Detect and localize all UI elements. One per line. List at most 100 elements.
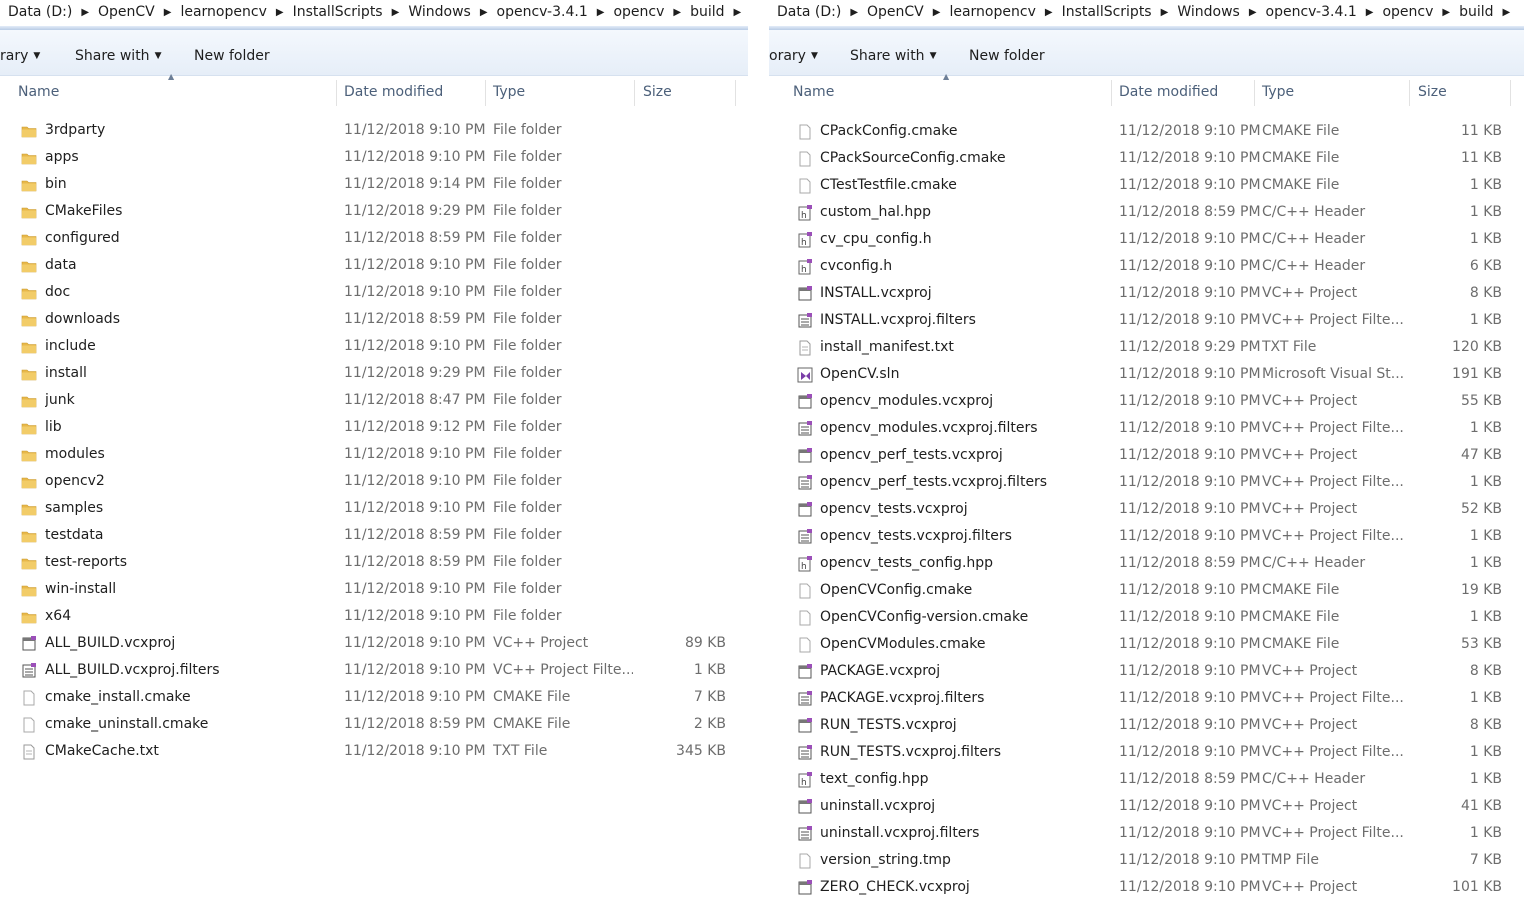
file-list-item[interactable]: include 11/12/2018 9:10 PM File folder — [0, 333, 748, 360]
folder-icon — [21, 500, 37, 516]
file-type: VC++ Project — [1262, 798, 1358, 814]
file-name: OpenCVConfig-version.cmake — [820, 609, 1029, 625]
file-list-item[interactable]: install_manifest.txt 11/12/2018 9:29 PM TX… — [769, 334, 1524, 361]
file-list-item[interactable]: OpenCVModules.cmake 11/12/2018 9:10 PM CMA… — [769, 631, 1524, 658]
file-list-item[interactable]: INSTALL.vcxproj 11/12/2018 9:10 PM VC++ Pr… — [769, 280, 1524, 307]
file-size: 1 KB — [1469, 609, 1502, 625]
file-list-item[interactable]: install 11/12/2018 9:29 PM File folder — [0, 360, 748, 387]
file-list-item[interactable]: downloads 11/12/2018 8:59 PM File folder — [0, 306, 748, 333]
file-size: 1 KB — [1469, 177, 1502, 193]
file-date: 11/12/2018 9:10 PM — [1119, 717, 1261, 733]
file-type: C/C++ Header — [1262, 204, 1366, 220]
file-list-item[interactable]: h cv_cpu_config.h 11/12/2018 9:10 PM C/C++ … — [769, 226, 1524, 253]
file-name: opencv_perf_tests.vcxproj.filters — [820, 474, 1048, 490]
header-icon: h — [797, 231, 813, 248]
file-list-item[interactable]: opencv_modules.vcxproj 11/12/2018 9:10 PM… — [769, 388, 1524, 415]
file-size: 47 KB — [1460, 447, 1502, 463]
file-type: C/C++ Header — [1262, 555, 1366, 571]
file-list-item[interactable]: apps 11/12/2018 9:10 PM File folder — [0, 144, 748, 171]
file-list-item[interactable]: x64 11/12/2018 9:10 PM File folder — [0, 603, 748, 630]
txt-icon — [21, 743, 37, 760]
file-name: junk — [45, 392, 75, 408]
file-size: 89 KB — [684, 635, 726, 651]
file-list-item[interactable]: opencv2 11/12/2018 9:10 PM File folder — [0, 468, 748, 495]
file-list-item[interactable]: win-install 11/12/2018 9:10 PM File folder — [0, 576, 748, 603]
file-name: cmake_install.cmake — [45, 689, 191, 705]
file-name: OpenCVModules.cmake — [820, 636, 986, 652]
file-name: test-reports — [45, 554, 127, 570]
file-list-item[interactable]: CMakeCache.txt 11/12/2018 9:10 PM TXT File… — [0, 738, 748, 765]
folder-icon — [21, 203, 37, 219]
file-list-item[interactable]: ZERO_CHECK.vcxproj 11/12/2018 9:10 PM VC++… — [769, 874, 1524, 901]
file-name: cv_cpu_config.h — [820, 231, 932, 247]
header-icon: h — [797, 771, 813, 788]
file-list-item[interactable]: CMakeFiles 11/12/2018 9:29 PM File folder — [0, 198, 748, 225]
file-list-item[interactable]: bin 11/12/2018 9:14 PM File folder — [0, 171, 748, 198]
file-list-item[interactable]: opencv_modules.vcxproj.filters 11/12/2018… — [769, 415, 1524, 442]
file-list-item[interactable]: lib 11/12/2018 9:12 PM File folder — [0, 414, 748, 441]
file-list-item[interactable]: INSTALL.vcxproj.filters 11/12/2018 9:10 P… — [769, 307, 1524, 334]
file-list-item[interactable]: h text_config.hpp 11/12/2018 8:59 PM C/C++ … — [769, 766, 1524, 793]
file-date: 11/12/2018 9:29 PM — [344, 203, 486, 219]
file-date: 11/12/2018 9:10 PM — [1119, 663, 1261, 679]
file-list-item[interactable]: doc 11/12/2018 9:10 PM File folder — [0, 279, 748, 306]
file-type: File folder — [493, 554, 562, 570]
file-icon — [797, 852, 813, 869]
file-list-item[interactable]: data 11/12/2018 9:10 PM File folder — [0, 252, 748, 279]
file-list-item[interactable]: junk 11/12/2018 8:47 PM File folder — [0, 387, 748, 414]
file-list-item[interactable]: h custom_hal.hpp 11/12/2018 8:59 PM C/C++ H… — [769, 199, 1524, 226]
file-list-item[interactable]: h cvconfig.h 11/12/2018 9:10 PM C/C++ Heade… — [769, 253, 1524, 280]
file-list-item[interactable]: OpenCVConfig-version.cmake 11/12/2018 9:1… — [769, 604, 1524, 631]
file-list-item[interactable]: CTestTestfile.cmake 11/12/2018 9:10 PM CMA… — [769, 172, 1524, 199]
file-list-item[interactable]: RUN_TESTS.vcxproj 11/12/2018 9:10 PM VC++ … — [769, 712, 1524, 739]
file-list-item[interactable]: ALL_BUILD.vcxproj.filters 11/12/2018 9:10… — [0, 657, 748, 684]
file-date: 11/12/2018 9:10 PM — [1119, 231, 1261, 247]
svg-text:h: h — [801, 238, 807, 248]
file-list-item[interactable]: CPackSourceConfig.cmake 11/12/2018 9:10 P… — [769, 145, 1524, 172]
file-date: 11/12/2018 9:10 PM — [1119, 123, 1261, 139]
folder-icon — [21, 581, 37, 597]
file-date: 11/12/2018 8:59 PM — [1119, 204, 1261, 220]
file-list-item[interactable]: opencv_perf_tests.vcxproj 11/12/2018 9:10… — [769, 442, 1524, 469]
file-list-item[interactable]: testdata 11/12/2018 8:59 PM File folder — [0, 522, 748, 549]
file-list-item[interactable]: PACKAGE.vcxproj 11/12/2018 9:10 PM VC++ Pr… — [769, 658, 1524, 685]
file-date: 11/12/2018 9:10 PM — [1119, 879, 1261, 895]
file-date: 11/12/2018 8:59 PM — [344, 230, 486, 246]
file-date: 11/12/2018 9:10 PM — [344, 446, 486, 462]
file-list-item[interactable]: cmake_uninstall.cmake 11/12/2018 8:59 PM C… — [0, 711, 748, 738]
file-list-item[interactable]: OpenCVConfig.cmake 11/12/2018 9:10 PM CMAK… — [769, 577, 1524, 604]
file-size: 8 KB — [1469, 285, 1502, 301]
file-icon — [797, 177, 813, 194]
file-list-item[interactable]: 3rdparty 11/12/2018 9:10 PM File folder — [0, 117, 748, 144]
file-date: 11/12/2018 9:12 PM — [344, 419, 486, 435]
file-list-item[interactable]: cmake_install.cmake 11/12/2018 9:10 PM CMA… — [0, 684, 748, 711]
file-list-item[interactable]: ALL_BUILD.vcxproj 11/12/2018 9:10 PM VC++ … — [0, 630, 748, 657]
file-list-item[interactable]: CPackConfig.cmake 11/12/2018 9:10 PM CMAKE… — [769, 118, 1524, 145]
file-list-item[interactable]: test-reports 11/12/2018 8:59 PM File folde… — [0, 549, 748, 576]
file-date: 11/12/2018 9:10 PM — [1119, 798, 1261, 814]
file-date: 11/12/2018 9:10 PM — [1119, 609, 1261, 625]
file-list-item[interactable]: opencv_perf_tests.vcxproj.filters 11/12/2… — [769, 469, 1524, 496]
file-type: VC++ Project — [1262, 393, 1358, 409]
file-name: CMakeCache.txt — [45, 743, 159, 759]
file-list-item[interactable]: samples 11/12/2018 9:10 PM File folder — [0, 495, 748, 522]
folder-icon — [21, 419, 37, 435]
file-size: 191 KB — [1452, 366, 1502, 382]
file-list-item[interactable]: OpenCV.sln 11/12/2018 9:10 PM Microsoft Vi… — [769, 361, 1524, 388]
file-date: 11/12/2018 9:10 PM — [344, 743, 486, 759]
file-list-item[interactable]: opencv_tests.vcxproj 11/12/2018 9:10 PM VC… — [769, 496, 1524, 523]
file-date: 11/12/2018 9:10 PM — [1119, 285, 1261, 301]
file-list-item[interactable]: uninstall.vcxproj.filters 11/12/2018 9:10… — [769, 820, 1524, 847]
file-size: 53 KB — [1460, 636, 1502, 652]
file-list-item[interactable]: h opencv_tests_config.hpp 11/12/2018 8:59 … — [769, 550, 1524, 577]
file-type: C/C++ Header — [1262, 231, 1366, 247]
file-list-item[interactable]: version_string.tmp 11/12/2018 9:10 PM TMP … — [769, 847, 1524, 874]
file-list-item[interactable]: uninstall.vcxproj 11/12/2018 9:10 PM VC++ … — [769, 793, 1524, 820]
file-list-item[interactable]: configured 11/12/2018 8:59 PM File folder — [0, 225, 748, 252]
file-list-item[interactable]: modules 11/12/2018 9:10 PM File folder — [0, 441, 748, 468]
file-name: ZERO_CHECK.vcxproj — [820, 879, 970, 895]
file-list-item[interactable]: RUN_TESTS.vcxproj.filters 11/12/2018 9:10… — [769, 739, 1524, 766]
file-list-item[interactable]: PACKAGE.vcxproj.filters 11/12/2018 9:10 P… — [769, 685, 1524, 712]
file-list-item[interactable]: opencv_tests.vcxproj.filters 11/12/2018 9… — [769, 523, 1524, 550]
file-date: 11/12/2018 9:10 PM — [344, 338, 486, 354]
